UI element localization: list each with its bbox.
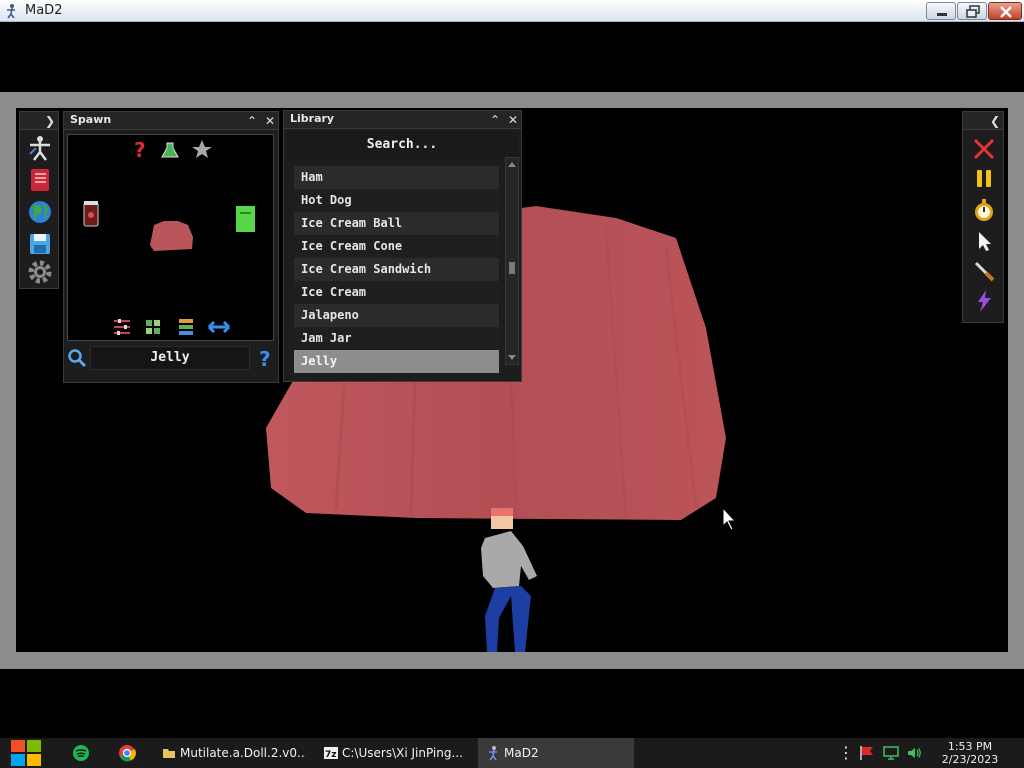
svg-text:7z: 7z xyxy=(325,750,337,760)
taskbar-item-mad2[interactable]: MaD2 xyxy=(478,738,634,768)
spawn-panel-title: Spawn xyxy=(70,113,112,126)
library-scrollbar[interactable] xyxy=(505,157,519,365)
windows-start-icon[interactable] xyxy=(9,738,43,768)
taskbar: Mutilate.a.Doll.2.v0.... 7z C:\Users\Xi … xyxy=(0,738,1024,768)
library-item-jam-jar[interactable]: Jam Jar xyxy=(294,327,499,350)
7zip-icon: 7z xyxy=(324,747,338,760)
close-panel-icon[interactable]: ✕ xyxy=(505,112,521,128)
search-magnifier-icon[interactable] xyxy=(67,348,87,368)
expand-chevron-icon[interactable]: ❯ xyxy=(42,113,58,129)
ragdoll-icon[interactable] xyxy=(26,134,54,162)
mad2-app-icon xyxy=(7,4,15,19)
library-item-jalapeno[interactable]: Jalapeno xyxy=(294,304,499,327)
list-icon[interactable] xyxy=(179,319,193,335)
scrollbar-thumb xyxy=(509,262,515,274)
collapse-left-chevron-icon[interactable]: ❮ xyxy=(987,113,1003,129)
spawn-panel-header[interactable]: Spawn ⌃ ✕ xyxy=(64,112,278,130)
swap-arrows-icon[interactable] xyxy=(207,320,231,334)
window-title: MaD2 xyxy=(25,3,63,18)
lightning-icon[interactable] xyxy=(971,288,997,314)
library-item-ice-cream-sandwich[interactable]: Ice Cream Sandwich xyxy=(294,258,499,281)
spotify-icon[interactable] xyxy=(72,744,90,762)
library-panel-title: Library xyxy=(290,112,335,125)
library-panel: Library ⌃ ✕ Search... Ham Hot Dog Ice Cr… xyxy=(283,110,522,382)
cursor-icon[interactable] xyxy=(971,228,997,254)
scrollbar-art xyxy=(508,162,516,360)
sliders-icon[interactable] xyxy=(114,319,130,335)
taskbar-item-label: Mutilate.a.Doll.2.v0.... xyxy=(180,746,306,760)
spawn-search-field[interactable]: Jelly xyxy=(90,346,250,370)
collapse-chevron-icon[interactable]: ⌃ xyxy=(244,113,260,129)
minimize-icon xyxy=(937,13,947,16)
library-item-jelly-selected[interactable]: Jelly xyxy=(294,350,499,373)
stopwatch-icon[interactable] xyxy=(971,197,997,223)
volume-icon[interactable] xyxy=(906,745,922,761)
folder-icon xyxy=(163,749,175,758)
star-icon[interactable] xyxy=(192,140,212,158)
spawn-panel: Spawn ⌃ ✕ ? Jelly ? xyxy=(63,111,279,383)
jelly-thumbnail[interactable] xyxy=(150,221,193,251)
taskbar-clock[interactable]: 1:53 PM 2/23/2023 xyxy=(936,740,1004,766)
close-window-button[interactable] xyxy=(988,2,1022,20)
help-question-icon[interactable]: ? xyxy=(257,347,275,369)
action-center-flag-icon[interactable] xyxy=(859,745,875,761)
library-list: Ham Hot Dog Ice Cream Ball Ice Cream Con… xyxy=(294,166,499,373)
taskbar-item-explorer[interactable]: Mutilate.a.Doll.2.v0.... xyxy=(154,738,306,768)
library-panel-header[interactable]: Library ⌃ ✕ xyxy=(284,111,521,129)
close-icon xyxy=(1000,6,1012,18)
grid-icon[interactable] xyxy=(146,320,160,334)
library-item-ice-cream[interactable]: Ice Cream xyxy=(294,281,499,304)
right-toolbar: ❮ xyxy=(962,111,1004,323)
left-dock: ❯ xyxy=(19,111,59,289)
question-icon[interactable]: ? xyxy=(134,138,146,162)
save-icon[interactable] xyxy=(26,230,54,258)
library-item-ham[interactable]: Ham xyxy=(294,166,499,189)
clock-time: 1:53 PM xyxy=(947,740,993,753)
right-toolbar-header: ❮ xyxy=(963,112,1003,130)
left-dock-header: ❯ xyxy=(20,112,58,130)
knife-icon[interactable] xyxy=(971,258,997,284)
clock-date: 2/23/2023 xyxy=(941,753,999,766)
window-title-bar[interactable]: MaD2 xyxy=(0,0,1024,22)
taskbar-item-label: C:\Users\Xi JinPing... xyxy=(342,746,463,760)
green-box-thumbnail[interactable] xyxy=(236,206,255,232)
close-panel-icon[interactable]: ✕ xyxy=(262,113,278,129)
restore-icon xyxy=(966,5,980,18)
close-x-icon[interactable] xyxy=(971,136,997,162)
minimize-button[interactable] xyxy=(926,2,956,20)
restore-button[interactable] xyxy=(957,2,987,20)
library-search-input[interactable]: Search... xyxy=(286,131,518,159)
overflow-dots-icon[interactable]: ⋮ xyxy=(838,738,854,768)
ragdoll-figure[interactable] xyxy=(471,506,591,652)
mad2-app-icon xyxy=(489,746,497,761)
taskbar-item-7zip[interactable]: 7z C:\Users\Xi JinPing... xyxy=(316,738,468,768)
library-item-ice-cream-cone[interactable]: Ice Cream Cone xyxy=(294,235,499,258)
settings-gear-icon[interactable] xyxy=(26,258,54,286)
network-icon[interactable] xyxy=(883,745,899,761)
spawn-preview[interactable]: ? xyxy=(67,134,274,341)
svg-text:?: ? xyxy=(259,347,271,369)
chrome-icon[interactable] xyxy=(118,744,136,762)
taskbar-item-label: MaD2 xyxy=(504,746,539,760)
jam-jar-thumbnail[interactable] xyxy=(83,201,99,227)
library-item-hot-dog[interactable]: Hot Dog xyxy=(294,189,499,212)
globe-icon[interactable] xyxy=(26,198,54,226)
library-item-ice-cream-ball[interactable]: Ice Cream Ball xyxy=(294,212,499,235)
flask-icon[interactable] xyxy=(161,142,179,158)
collapse-chevron-icon[interactable]: ⌃ xyxy=(487,112,503,128)
spawn-preview-art: ? xyxy=(83,138,255,335)
pause-icon[interactable] xyxy=(971,166,997,192)
notebook-icon[interactable] xyxy=(26,166,54,194)
